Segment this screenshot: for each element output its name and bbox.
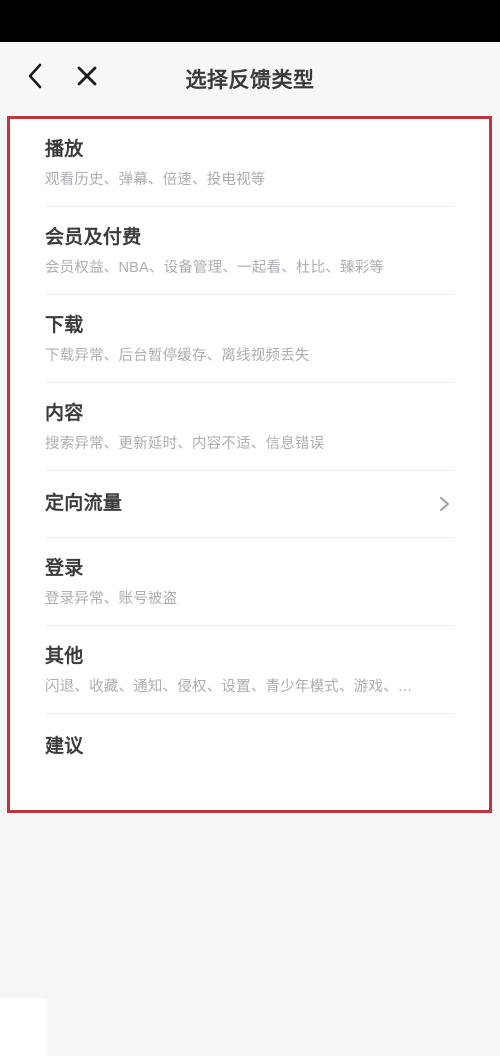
list-item-title: 下载 — [45, 315, 84, 336]
list-item-subtitle: 下载异常、后台暂停缓存、离线视频丢失 — [45, 348, 310, 364]
list-item-playback[interactable]: 播放 观看历史、弹幕、倍速、投电视等 — [45, 119, 454, 207]
list-item-download[interactable]: 下载 下载异常、后台暂停缓存、离线视频丢失 — [45, 295, 454, 383]
list-item-membership-payment[interactable]: 会员及付费 会员权益、NBA、设备管理、一起看、杜比、臻彩等 — [45, 207, 454, 295]
list-item-title: 播放 — [45, 139, 84, 160]
list-item-subtitle: 搜索异常、更新延时、内容不适、信息错误 — [45, 436, 325, 452]
list-item-title: 定向流量 — [45, 493, 123, 514]
list-item-title: 内容 — [45, 403, 84, 424]
page-title: 选择反馈类型 — [185, 69, 315, 92]
feedback-type-list: 播放 观看历史、弹幕、倍速、投电视等 会员及付费 会员权益、NBA、设备管理、一… — [10, 119, 489, 780]
list-item-other[interactable]: 其他 闪退、收藏、通知、侵权、设置、青少年模式、游戏、… — [45, 626, 454, 714]
list-item-subtitle: 闪退、收藏、通知、侵权、设置、青少年模式、游戏、… — [45, 679, 413, 695]
list-item-subtitle: 会员权益、NBA、设备管理、一起看、杜比、臻彩等 — [45, 260, 385, 276]
chevron-right-icon — [436, 496, 452, 512]
list-item-subtitle: 登录异常、账号被盗 — [45, 591, 178, 607]
feedback-type-card: 播放 观看历史、弹幕、倍速、投电视等 会员及付费 会员权益、NBA、设备管理、一… — [10, 119, 489, 810]
list-item-title: 登录 — [45, 558, 84, 579]
nav-header: 选择反馈类型 — [0, 42, 500, 116]
status-bar — [0, 0, 500, 42]
list-item-directed-traffic[interactable]: 定向流量 — [45, 471, 454, 538]
bottom-left-white-block — [0, 998, 47, 1056]
list-item-content[interactable]: 内容 搜索异常、更新延时、内容不适、信息错误 — [45, 383, 454, 471]
list-item-title: 其他 — [45, 646, 84, 667]
list-item-subtitle: 观看历史、弹幕、倍速、投电视等 — [45, 172, 266, 188]
list-item-title: 建议 — [45, 736, 84, 757]
list-item-title: 会员及付费 — [45, 227, 142, 248]
list-item-suggestion[interactable]: 建议 — [45, 714, 454, 780]
list-item-login[interactable]: 登录 登录异常、账号被盗 — [45, 538, 454, 626]
